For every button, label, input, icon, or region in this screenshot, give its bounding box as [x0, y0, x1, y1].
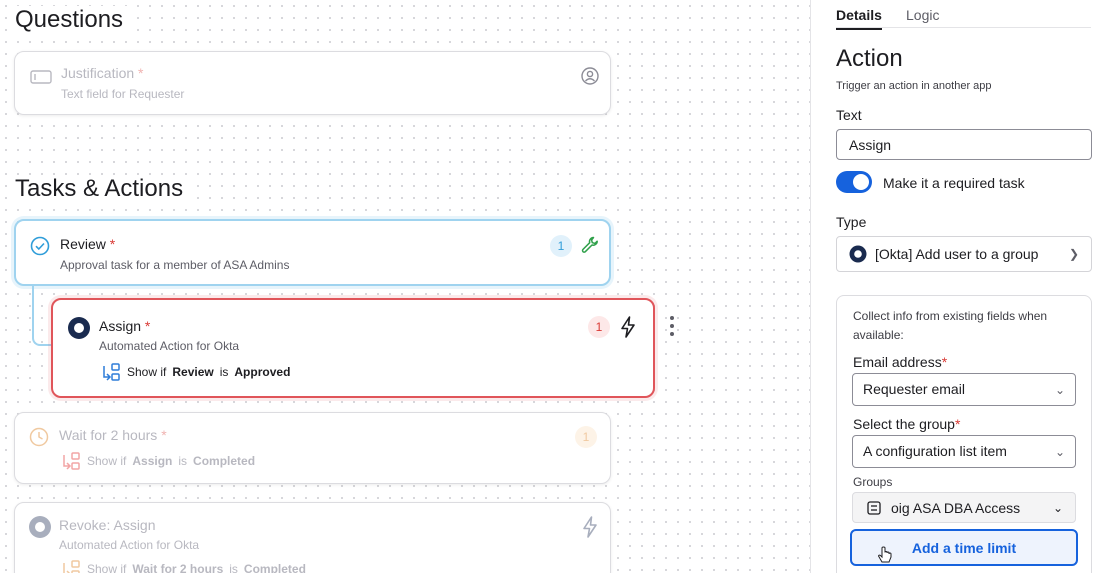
tab-details[interactable]: Details — [836, 7, 882, 30]
tasks-heading: Tasks & Actions — [15, 175, 188, 203]
okta-logo-icon — [849, 245, 867, 263]
group-select-value: A configuration list item — [863, 443, 1007, 459]
branch-logic-icon — [103, 363, 120, 381]
chevron-down-icon: ❯ — [1068, 247, 1079, 261]
more-options-icon[interactable] — [670, 316, 674, 336]
review-title: Review * — [60, 236, 116, 252]
condition-field: Review — [172, 365, 214, 379]
text-label: Text — [836, 107, 862, 123]
type-label: Type — [836, 214, 867, 230]
group-label: Select the group* — [853, 416, 961, 432]
action-inputs-panel: Collect info from existing fields when a… — [836, 295, 1092, 573]
justification-card[interactable]: Justification * Text field for Requester — [14, 51, 611, 115]
justification-subtitle: Text field for Requester — [61, 87, 185, 101]
wait-condition: Show if Assign is Completed — [61, 451, 255, 471]
email-select-value: Requester email — [863, 381, 965, 397]
chevron-down-icon: ⌄ — [1054, 444, 1065, 459]
revoke-subtitle: Automated Action for Okta — [59, 538, 200, 552]
chevron-down-icon: ⌄ — [1054, 382, 1065, 397]
revoke-condition: Show if Wait for 2 hours is Completed — [61, 559, 306, 573]
wrench-icon[interactable] — [580, 235, 600, 255]
panel-description: Trigger an action in another app — [836, 80, 992, 92]
groups-select-value: oig ASA DBA Access — [891, 499, 1021, 516]
type-select[interactable]: [Okta] Add user to a group ❯ — [836, 236, 1092, 272]
check-circle-icon — [30, 236, 50, 256]
wait-title: Wait for 2 hours * — [59, 427, 167, 443]
groups-label: Groups — [853, 475, 893, 489]
groups-select[interactable]: oig ASA DBA Access ⌄ — [852, 492, 1076, 523]
condition-prefix: Show if — [127, 365, 167, 379]
okta-logo-icon — [29, 516, 51, 538]
assign-condition: Show if Review is Approved — [101, 362, 290, 382]
condition-verb: is — [219, 365, 229, 379]
email-select[interactable]: Requester email ⌄ — [852, 373, 1076, 406]
lightning-icon[interactable] — [619, 316, 637, 338]
wait-task-card[interactable]: Wait for 2 hours * Show if Assign is Com… — [14, 412, 611, 484]
justification-title: Justification * — [61, 65, 144, 81]
revoke-title: Revoke: Assign — [59, 517, 156, 533]
okta-logo-icon — [68, 317, 90, 339]
required-task-label: Make it a required task — [883, 175, 1025, 191]
lightning-icon[interactable] — [581, 516, 599, 538]
review-count-badge: 1 — [550, 235, 572, 257]
group-select[interactable]: A configuration list item ⌄ — [852, 435, 1076, 468]
questions-heading: Questions — [15, 6, 128, 34]
assign-title: Assign * — [99, 318, 151, 334]
revoke-action-card[interactable]: Revoke: Assign Automated Action for Okta… — [14, 502, 611, 573]
tab-logic[interactable]: Logic — [906, 7, 939, 28]
branch-logic-icon — [63, 452, 80, 470]
workflow-canvas: Questions Justification * Text field for… — [0, 0, 810, 573]
chevron-down-icon: ⌄ — [1052, 500, 1063, 515]
branch-logic-icon — [63, 560, 80, 573]
assign-count-badge: 1 — [588, 316, 610, 338]
text-field-icon — [30, 70, 52, 84]
list-icon — [867, 500, 881, 515]
condition-value: Approved — [234, 365, 291, 379]
assign-action-card[interactable]: Assign * Automated Action for Okta Show … — [51, 298, 655, 398]
email-label: Email address* — [853, 354, 948, 370]
collect-info-text: Collect info from existing fields when a… — [853, 309, 1048, 342]
review-task-card[interactable]: Review * Approval task for a member of A… — [14, 219, 611, 286]
clock-icon — [29, 427, 49, 447]
details-panel: Details Logic Action Trigger an action i… — [810, 0, 1100, 573]
type-select-value: [Okta] Add user to a group — [875, 246, 1039, 262]
hand-cursor-icon — [877, 546, 892, 563]
text-input[interactable]: Assign — [836, 129, 1092, 160]
assign-subtitle: Automated Action for Okta — [99, 339, 240, 353]
review-subtitle: Approval task for a member of ASA Admins — [60, 258, 290, 272]
panel-tabs: Details Logic — [836, 0, 1091, 30]
required-task-toggle[interactable] — [836, 171, 872, 193]
panel-heading: Action — [836, 45, 903, 72]
wait-count-badge: 1 — [575, 426, 597, 448]
user-icon — [581, 67, 599, 85]
